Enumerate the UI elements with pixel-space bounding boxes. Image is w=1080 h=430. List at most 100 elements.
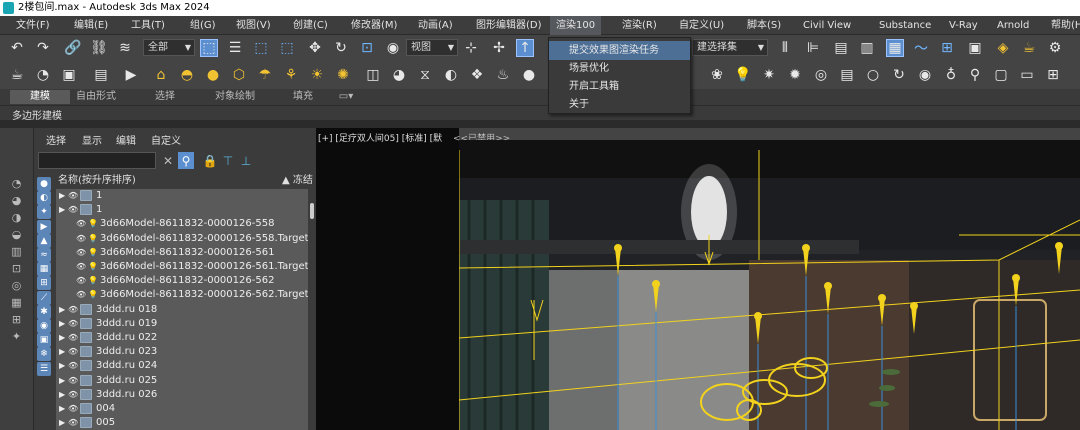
lightbulb-icon[interactable]: ○	[864, 66, 882, 84]
sky-icon[interactable]: ✺	[334, 66, 352, 84]
visibility-eye-icon[interactable]: 👁	[68, 416, 78, 430]
expand-icon[interactable]: ▶	[59, 388, 67, 402]
tab-populate[interactable]: 填充	[290, 90, 316, 104]
visibility-eye-icon[interactable]: 👁	[68, 317, 78, 331]
render-active-icon[interactable]: ⚙	[1046, 39, 1064, 57]
command-panel-icon[interactable]: ◒	[9, 227, 24, 242]
align-icon[interactable]: ⊫	[804, 39, 822, 57]
render-frame-icon[interactable]: ◈	[994, 39, 1012, 57]
tab-object-paint[interactable]: 对象绘制	[210, 90, 260, 104]
visibility-eye-icon[interactable]: 👁	[76, 232, 86, 246]
select-by-name-icon[interactable]: ☰	[226, 39, 244, 57]
xref-filter-icon[interactable]: ⊞	[37, 276, 51, 291]
ies-light-icon[interactable]: ⬡	[230, 66, 248, 84]
expand-icon[interactable]: ▶	[59, 331, 67, 345]
lock-icon[interactable]: 🔒	[202, 152, 218, 169]
layer-explorer-icon[interactable]: ▥	[858, 39, 876, 57]
render-setup-icon[interactable]: ▣	[966, 39, 984, 57]
visibility-eye-icon[interactable]: 👁	[68, 374, 78, 388]
command-panel-icon[interactable]: ◔	[9, 176, 24, 191]
select-object-icon[interactable]: ⬚	[200, 39, 218, 57]
visibility-eye-icon[interactable]: 👁	[76, 246, 86, 260]
curve-editor-icon[interactable]: 〜	[912, 39, 930, 57]
menu-item[interactable]: 自定义(U)	[673, 16, 730, 35]
fire-icon[interactable]: ♨	[494, 66, 512, 84]
tree-row[interactable]: 👁 💡 3d66Model-8611832-0000126-561	[56, 246, 308, 260]
frame-icon[interactable]: ▢	[992, 66, 1010, 84]
reference-coord-dropdown[interactable]: 视图 ▼	[406, 39, 458, 56]
tree-row[interactable]: ▶ 👁 1	[56, 189, 308, 203]
tree-row[interactable]: 👁 💡 3d66Model-8611832-0000126-558.Target	[56, 232, 308, 246]
bulb-icon[interactable]: 💡	[734, 66, 752, 84]
camera-icon[interactable]: ▶	[122, 66, 140, 84]
sun-icon[interactable]: ☀	[308, 66, 326, 84]
dropdown-item[interactable]: 场景优化	[549, 59, 690, 78]
tree-row[interactable]: ▶ 👁 3ddd.ru 018	[56, 303, 308, 317]
column-name[interactable]: 名称(按升序排序)	[58, 174, 136, 188]
visibility-eye-icon[interactable]: 👁	[68, 359, 78, 373]
menu-item[interactable]: 渲染100	[550, 16, 602, 35]
tree-row[interactable]: ▶ 👁 3ddd.ru 019	[56, 317, 308, 331]
hierarchy-icon[interactable]: ⊤	[220, 152, 236, 169]
tree-row[interactable]: ▶ 👁 3ddd.ru 024	[56, 359, 308, 373]
particle-filter-icon[interactable]: ✱	[37, 304, 51, 319]
visibility-eye-icon[interactable]: 👁	[68, 388, 78, 402]
notes-icon[interactable]: ▤	[838, 66, 856, 84]
menu-item[interactable]: 文件(F)	[10, 16, 56, 35]
pin-icon[interactable]: ⚲	[966, 66, 984, 84]
tree-row[interactable]: ▶ 👁 3ddd.ru 023	[56, 345, 308, 359]
bind-space-warp-icon[interactable]: ≋	[116, 39, 134, 57]
tree-row[interactable]: 👁 💡 3d66Model-8611832-0000126-562.Target	[56, 288, 308, 302]
visibility-eye-icon[interactable]: 👁	[76, 288, 86, 302]
dropdown-item[interactable]: 关于	[549, 95, 690, 114]
hue-icon[interactable]: ❀	[708, 66, 726, 84]
geometry-filter-icon[interactable]: ●	[37, 177, 51, 191]
list-filter-icon[interactable]: ☰	[37, 361, 51, 376]
container-filter-icon[interactable]: ◉	[37, 319, 51, 333]
viewport-scene[interactable]	[459, 140, 1080, 430]
grid-icon[interactable]: ⊞	[1044, 66, 1062, 84]
helper-filter-icon[interactable]: ▲	[37, 233, 51, 248]
visibility-eye-icon[interactable]: 👁	[76, 274, 86, 288]
group-filter-icon[interactable]: ▦	[37, 262, 51, 277]
list-icon[interactable]: ▤	[92, 66, 110, 84]
tree-row[interactable]: ▶ 👁 1	[56, 203, 308, 217]
menu-item[interactable]: Substance	[873, 16, 937, 35]
menu-item[interactable]: 组(G)	[184, 16, 222, 35]
vray-logo-icon[interactable]: ◔	[34, 66, 52, 84]
command-panel-icon[interactable]: ◕	[9, 193, 24, 208]
scrollbar-thumb[interactable]	[310, 203, 314, 219]
column-frozen[interactable]: ▲ 冻结	[282, 174, 313, 188]
proxy-icon[interactable]: ◫	[364, 66, 382, 84]
dome-light-icon[interactable]: ◓	[178, 66, 196, 84]
camera-filter-icon[interactable]: ▶	[37, 219, 51, 234]
sphere-light-icon[interactable]: ●	[204, 66, 222, 84]
expand-icon[interactable]: ▶	[59, 189, 67, 203]
visibility-eye-icon[interactable]: 👁	[68, 203, 78, 217]
visibility-eye-icon[interactable]: 👁	[76, 217, 86, 231]
plane-icon[interactable]: ⧖	[416, 66, 434, 84]
mesh-light-icon[interactable]: ☂	[256, 66, 274, 84]
explorer-menu-customize[interactable]: 自定义	[151, 132, 181, 147]
light-filter-icon[interactable]: ✦	[37, 205, 51, 220]
move-icon[interactable]: ✥	[306, 39, 324, 57]
tree-row[interactable]: 👁 💡 3d66Model-8611832-0000126-558	[56, 217, 308, 231]
rotate-icon[interactable]: ↻	[332, 39, 350, 57]
unlink-icon[interactable]: ⛓	[90, 39, 108, 57]
command-panel-icon[interactable]: ✦	[9, 329, 24, 344]
shape-filter-icon[interactable]: ◐	[37, 191, 51, 206]
expand-icon[interactable]: ▶	[59, 317, 67, 331]
render-production-icon[interactable]: ☕	[1020, 39, 1038, 57]
select-manipulate-icon[interactable]: ✢	[490, 39, 508, 57]
fur-icon[interactable]: ◕	[390, 66, 408, 84]
hierarchy-collapse-icon[interactable]: ⊥	[238, 152, 254, 169]
menu-item[interactable]: 视图(V)	[230, 16, 277, 35]
menu-item[interactable]: 修改器(M)	[345, 16, 403, 35]
tree-row[interactable]: ▶ 👁 3ddd.ru 026	[56, 388, 308, 402]
tab-selection[interactable]: 选择	[150, 90, 180, 104]
light-icon[interactable]: ⌂	[152, 66, 170, 84]
expand-icon[interactable]: ▶	[59, 416, 67, 430]
dropdown-item[interactable]: 开启工具箱	[549, 77, 690, 96]
clear-search-icon[interactable]: ✕	[160, 152, 176, 169]
menu-item[interactable]: Arnold	[991, 16, 1035, 35]
